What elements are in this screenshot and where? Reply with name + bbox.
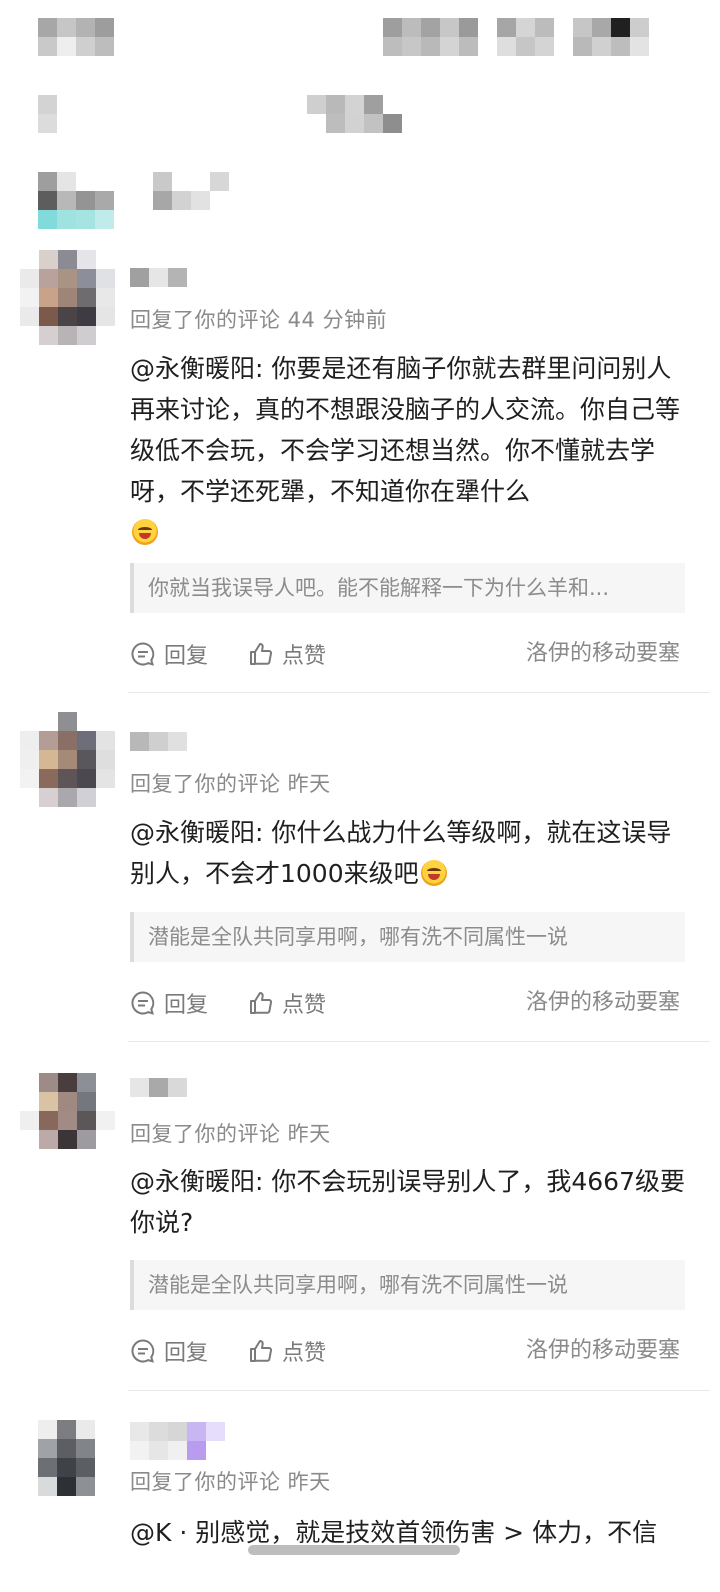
- thumbs-up-icon: [250, 992, 272, 1014]
- reply-button[interactable]: 回复: [130, 634, 208, 674]
- comment-meta: 回复了你的评论 昨天: [130, 1470, 331, 1494]
- divider: [128, 1390, 710, 1391]
- comment-bubble-icon: [131, 642, 155, 666]
- home-indicator[interactable]: [248, 1545, 460, 1555]
- comment-actions: 回复 点赞 洛伊的移动要塞: [130, 983, 680, 1023]
- username-blurred[interactable]: [130, 1422, 225, 1460]
- quoted-comment[interactable]: 你就当我误导人吧。能不能解释一下为什么羊和...: [130, 563, 685, 613]
- like-button[interactable]: 点赞: [248, 983, 326, 1023]
- username-blurred[interactable]: [130, 1078, 187, 1104]
- comment-actions: 回复 点赞 洛伊的移动要塞: [130, 634, 680, 674]
- like-label: 点赞: [282, 1341, 327, 1366]
- blurred-subtitle-center: [307, 95, 402, 133]
- comment-meta: 回复了你的评论 44 分钟前: [130, 308, 388, 332]
- blurred-tab-right: [153, 172, 229, 210]
- comment-meta: 回复了你的评论 昨天: [130, 772, 331, 796]
- divider: [128, 1041, 710, 1042]
- reply-label: 回复: [164, 1341, 209, 1366]
- username-blurred[interactable]: [130, 732, 187, 758]
- comment-text: @永衡暖阳: 你要是还有脑子你就去群里问问别人再来讨论，真的不想跟没脑子的人交流…: [130, 354, 681, 506]
- comment-body: @永衡暖阳: 你不会玩别误导别人了，我4667级要你说?: [130, 1167, 685, 1237]
- quoted-comment[interactable]: 潜能是全队共同享用啊，哪有洗不同属性一说: [130, 912, 685, 962]
- reply-button[interactable]: 回复: [130, 1331, 208, 1371]
- avatar[interactable]: [20, 712, 116, 808]
- source-link[interactable]: 洛伊的移动要塞: [526, 1331, 680, 1371]
- source-link[interactable]: 洛伊的移动要塞: [526, 983, 680, 1023]
- like-label: 点赞: [282, 644, 327, 669]
- avatar[interactable]: [38, 1420, 134, 1516]
- blurred-tab-left: [38, 172, 114, 229]
- comment-body: @K · 别感觉，就是技效首领伤害 > 体力，不信: [130, 1518, 658, 1547]
- avatar[interactable]: [20, 250, 116, 346]
- blurred-header: [0, 0, 720, 240]
- comment-body: @永衡暖阳: 你什么战力什么等级啊，就在这误导别人，不会才1000来级吧: [130, 812, 690, 894]
- quoted-comment[interactable]: 潜能是全队共同享用啊，哪有洗不同属性一说: [130, 1260, 685, 1310]
- comment-bubble-icon: [131, 1339, 155, 1363]
- grinning-emoji-icon: [420, 860, 447, 886]
- comment-bubble-icon: [131, 991, 155, 1015]
- like-button[interactable]: 点赞: [248, 1331, 326, 1371]
- grinning-emoji-icon: [132, 519, 158, 545]
- reply-label: 回复: [164, 644, 209, 669]
- divider: [128, 692, 710, 693]
- username-blurred[interactable]: [130, 268, 187, 294]
- avatar[interactable]: [20, 1073, 116, 1169]
- comment-meta: 回复了你的评论 昨天: [130, 1122, 331, 1146]
- thumbs-up-icon: [250, 643, 272, 665]
- comment-actions: 回复 点赞 洛伊的移动要塞: [130, 1331, 680, 1371]
- like-label: 点赞: [282, 993, 327, 1018]
- comment-body: @永衡暖阳: 你要是还有脑子你就去群里问问别人再来讨论，真的不想跟没脑子的人交流…: [130, 348, 690, 553]
- blurred-title-right: [383, 18, 668, 56]
- source-link[interactable]: 洛伊的移动要塞: [526, 634, 680, 674]
- thumbs-up-icon: [250, 1340, 272, 1362]
- reply-label: 回复: [164, 993, 209, 1018]
- comment-text: @永衡暖阳: 你什么战力什么等级啊，就在这误导别人，不会才1000来级吧: [130, 818, 672, 888]
- blurred-subtitle-left: [38, 95, 57, 133]
- blurred-title-left: [38, 18, 114, 56]
- reply-button[interactable]: 回复: [130, 983, 208, 1023]
- like-button[interactable]: 点赞: [248, 634, 326, 674]
